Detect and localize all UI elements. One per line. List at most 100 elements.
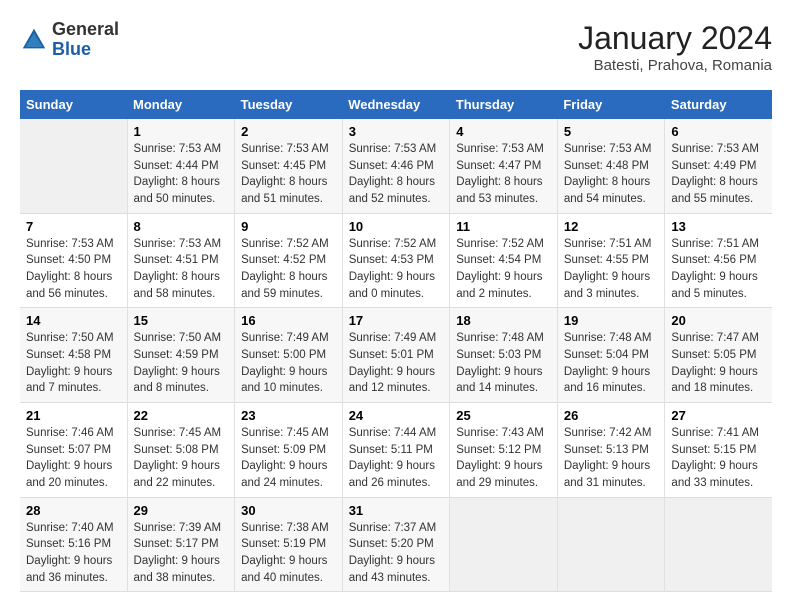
day-number: 4 [456,124,551,139]
day-number: 10 [349,219,444,234]
day-number: 29 [134,503,229,518]
logo-icon [20,26,48,54]
weekday-header-saturday: Saturday [665,90,772,119]
calendar-cell: 18 Sunrise: 7:48 AMSunset: 5:03 PMDayligh… [450,308,558,403]
weekday-header-tuesday: Tuesday [235,90,343,119]
day-info: Sunrise: 7:53 AMSunset: 4:49 PMDaylight:… [671,141,766,208]
day-number: 11 [456,219,551,234]
calendar-cell: 26 Sunrise: 7:42 AMSunset: 5:13 PMDayligh… [557,403,665,498]
day-info: Sunrise: 7:50 AMSunset: 4:58 PMDaylight:… [26,330,121,397]
day-number: 16 [241,313,336,328]
calendar-cell [665,497,772,592]
day-info: Sunrise: 7:39 AMSunset: 5:17 PMDaylight:… [134,520,229,587]
logo-text: General Blue [52,20,119,60]
day-number: 8 [134,219,229,234]
day-info: Sunrise: 7:53 AMSunset: 4:50 PMDaylight:… [26,236,121,303]
weekday-header-sunday: Sunday [20,90,127,119]
day-number: 12 [564,219,659,234]
calendar-cell: 10 Sunrise: 7:52 AMSunset: 4:53 PMDayligh… [342,213,450,308]
day-info: Sunrise: 7:38 AMSunset: 5:19 PMDaylight:… [241,520,336,587]
logo-blue: Blue [52,39,91,59]
day-info: Sunrise: 7:37 AMSunset: 5:20 PMDaylight:… [349,520,444,587]
calendar-cell: 5Sunrise: 7:53 AMSunset: 4:48 PMDaylight… [557,119,665,213]
day-info: Sunrise: 7:44 AMSunset: 5:11 PMDaylight:… [349,425,444,492]
day-number: 1 [134,124,229,139]
day-number: 14 [26,313,121,328]
calendar-cell: 25Sunrise: 7:43 AMSunset: 5:12 PMDayligh… [450,403,558,498]
calendar-cell [450,497,558,592]
weekday-header-friday: Friday [557,90,665,119]
day-info: Sunrise: 7:53 AMSunset: 4:51 PMDaylight:… [134,236,229,303]
calendar-cell: 19Sunrise: 7:48 AMSunset: 5:04 PMDayligh… [557,308,665,403]
calendar-cell: 22 Sunrise: 7:45 AMSunset: 5:08 PMDayligh… [127,403,235,498]
day-info: Sunrise: 7:53 AMSunset: 4:45 PMDaylight:… [241,141,336,208]
day-number: 24 [349,408,444,423]
day-number: 18 [456,313,551,328]
logo: General Blue [20,20,119,60]
week-row-1: 1Sunrise: 7:53 AMSunset: 4:44 PMDaylight… [20,119,772,213]
page-title: January 2024 [578,20,772,57]
day-number: 3 [349,124,444,139]
calendar-cell: 13Sunrise: 7:51 AMSunset: 4:56 PMDayligh… [665,213,772,308]
week-row-4: 21 Sunrise: 7:46 AMSunset: 5:07 PMDayligh… [20,403,772,498]
weekday-header-monday: Monday [127,90,235,119]
day-info: Sunrise: 7:52 AMSunset: 4:53 PMDaylight:… [349,236,444,303]
calendar-cell: 3 Sunrise: 7:53 AMSunset: 4:46 PMDaylight… [342,119,450,213]
weekday-header-row: SundayMondayTuesdayWednesdayThursdayFrid… [20,90,772,119]
calendar-cell: 6 Sunrise: 7:53 AMSunset: 4:49 PMDaylight… [665,119,772,213]
calendar-cell: 16 Sunrise: 7:49 AMSunset: 5:00 PMDayligh… [235,308,343,403]
calendar-cell: 23 Sunrise: 7:45 AMSunset: 5:09 PMDayligh… [235,403,343,498]
calendar-table: SundayMondayTuesdayWednesdayThursdayFrid… [20,90,772,592]
calendar-cell: 14 Sunrise: 7:50 AMSunset: 4:58 PMDayligh… [20,308,127,403]
day-info: Sunrise: 7:48 AMSunset: 5:03 PMDaylight:… [456,330,551,397]
day-info: Sunrise: 7:53 AMSunset: 4:46 PMDaylight:… [349,141,444,208]
day-number: 21 [26,408,121,423]
calendar-cell: 24 Sunrise: 7:44 AMSunset: 5:11 PMDayligh… [342,403,450,498]
calendar-cell: 21 Sunrise: 7:46 AMSunset: 5:07 PMDayligh… [20,403,127,498]
day-number: 26 [564,408,659,423]
day-number: 9 [241,219,336,234]
day-number: 15 [134,313,229,328]
day-number: 27 [671,408,766,423]
calendar-cell: 17 Sunrise: 7:49 AMSunset: 5:01 PMDayligh… [342,308,450,403]
week-row-3: 14 Sunrise: 7:50 AMSunset: 4:58 PMDayligh… [20,308,772,403]
day-number: 22 [134,408,229,423]
calendar-cell: 4 Sunrise: 7:53 AMSunset: 4:47 PMDaylight… [450,119,558,213]
day-info: Sunrise: 7:43 AMSunset: 5:12 PMDaylight:… [456,425,551,492]
calendar-cell [20,119,127,213]
day-info: Sunrise: 7:40 AMSunset: 5:16 PMDaylight:… [26,520,121,587]
day-info: Sunrise: 7:53 AMSunset: 4:47 PMDaylight:… [456,141,551,208]
day-number: 6 [671,124,766,139]
day-info: Sunrise: 7:49 AMSunset: 5:00 PMDaylight:… [241,330,336,397]
weekday-header-thursday: Thursday [450,90,558,119]
weekday-header-wednesday: Wednesday [342,90,450,119]
day-info: Sunrise: 7:52 AMSunset: 4:54 PMDaylight:… [456,236,551,303]
calendar-cell: 30Sunrise: 7:38 AMSunset: 5:19 PMDayligh… [235,497,343,592]
calendar-cell: 29 Sunrise: 7:39 AMSunset: 5:17 PMDayligh… [127,497,235,592]
day-info: Sunrise: 7:42 AMSunset: 5:13 PMDaylight:… [564,425,659,492]
day-number: 2 [241,124,336,139]
calendar-cell: 20Sunrise: 7:47 AMSunset: 5:05 PMDayligh… [665,308,772,403]
day-number: 23 [241,408,336,423]
day-number: 17 [349,313,444,328]
week-row-5: 28Sunrise: 7:40 AMSunset: 5:16 PMDayligh… [20,497,772,592]
calendar-cell: 1Sunrise: 7:53 AMSunset: 4:44 PMDaylight… [127,119,235,213]
day-info: Sunrise: 7:50 AMSunset: 4:59 PMDaylight:… [134,330,229,397]
day-number: 7 [26,219,121,234]
logo-general: General [52,19,119,39]
calendar-cell: 27Sunrise: 7:41 AMSunset: 5:15 PMDayligh… [665,403,772,498]
calendar-cell: 11 Sunrise: 7:52 AMSunset: 4:54 PMDayligh… [450,213,558,308]
title-block: January 2024 Batesti, Prahova, Romania [578,20,772,74]
page-header: General Blue January 2024 Batesti, Praho… [20,20,772,74]
calendar-cell: 15 Sunrise: 7:50 AMSunset: 4:59 PMDayligh… [127,308,235,403]
day-info: Sunrise: 7:46 AMSunset: 5:07 PMDaylight:… [26,425,121,492]
calendar-cell: 28Sunrise: 7:40 AMSunset: 5:16 PMDayligh… [20,497,127,592]
day-info: Sunrise: 7:53 AMSunset: 4:48 PMDaylight:… [564,141,659,208]
day-info: Sunrise: 7:45 AMSunset: 5:09 PMDaylight:… [241,425,336,492]
day-info: Sunrise: 7:49 AMSunset: 5:01 PMDaylight:… [349,330,444,397]
day-number: 20 [671,313,766,328]
week-row-2: 7 Sunrise: 7:53 AMSunset: 4:50 PMDaylight… [20,213,772,308]
day-number: 31 [349,503,444,518]
day-info: Sunrise: 7:45 AMSunset: 5:08 PMDaylight:… [134,425,229,492]
day-info: Sunrise: 7:52 AMSunset: 4:52 PMDaylight:… [241,236,336,303]
